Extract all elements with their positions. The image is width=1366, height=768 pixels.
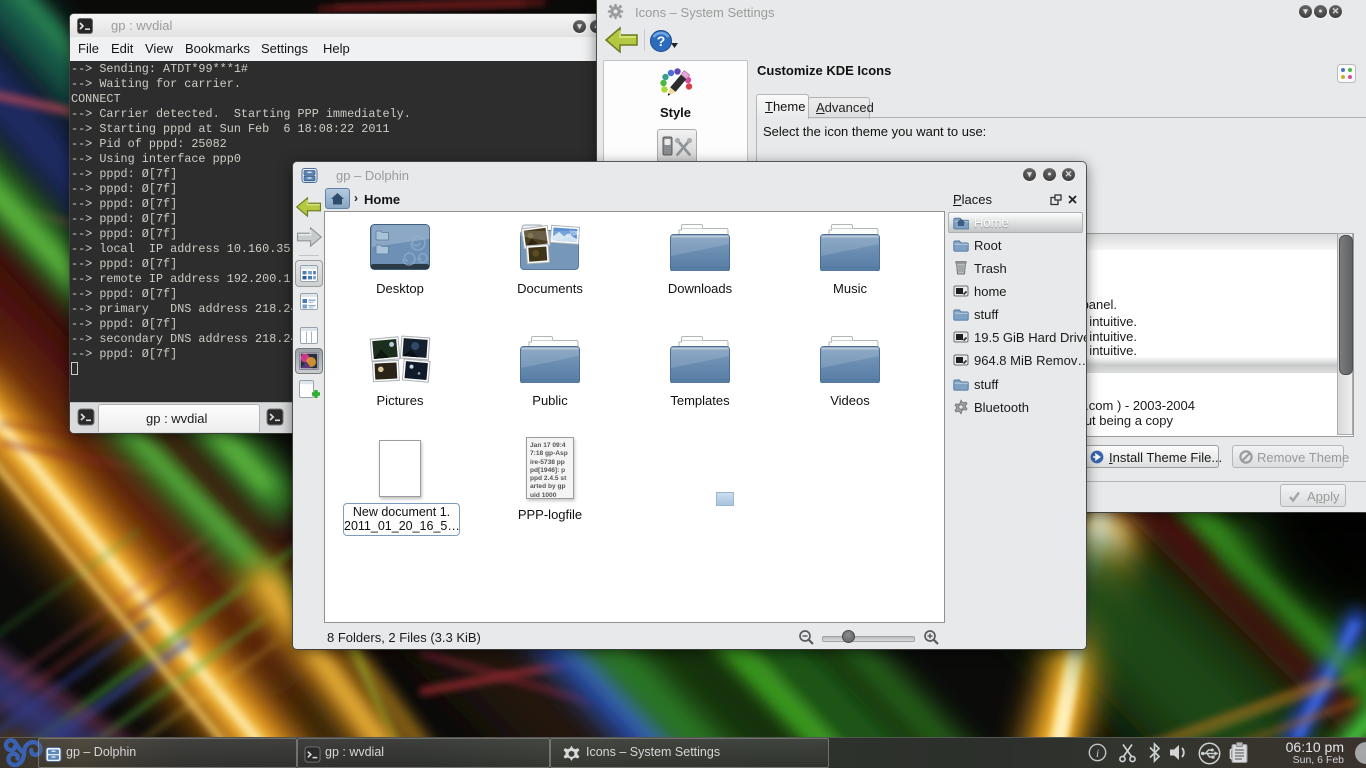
svg-text:?: ? <box>657 33 666 49</box>
svg-text:i: i <box>1096 746 1099 760</box>
